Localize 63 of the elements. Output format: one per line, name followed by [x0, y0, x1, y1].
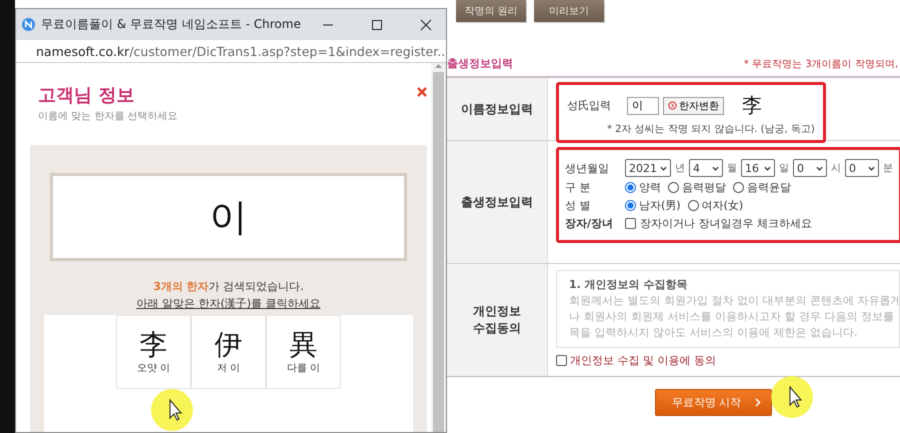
popup-heading: 고객님 정보	[38, 84, 134, 107]
notice-text: * 무료작명는 3개이름이 작명되며,	[744, 58, 898, 71]
checkbox[interactable]	[556, 355, 567, 366]
unit-label: 년	[675, 162, 685, 175]
syllable-display: 이	[50, 173, 407, 261]
window-title: 무료이름풀이 & 무료작명 네임소프트 - Chrome	[41, 16, 302, 33]
field-label: 장자/장녀	[565, 216, 614, 231]
cursor-highlight	[770, 375, 814, 419]
unit-label: 분	[883, 162, 893, 175]
result-text: 3개의 한자가 검색되었습니다.	[152, 279, 305, 294]
unit-label: 일	[779, 162, 789, 175]
caret-icon	[816, 166, 823, 170]
section-title: 출생정보입력	[447, 56, 513, 71]
radio-label: 남자(男)	[639, 198, 681, 213]
caret-icon	[712, 166, 719, 170]
convert-button[interactable]: 한자변환	[663, 96, 724, 114]
checkbox-label: 개인정보 수집 및 이용에 동의	[570, 353, 716, 368]
radio-button[interactable]	[733, 182, 744, 193]
radio-label: 양력	[639, 180, 661, 195]
field-label: 구 분	[565, 180, 592, 195]
radio-button[interactable]	[688, 200, 699, 211]
row-label: 개인정보 수집동의	[447, 264, 548, 376]
row-label: 출생정보입력	[447, 141, 548, 263]
field-label: 성 별	[565, 198, 592, 213]
instruction-link[interactable]: 아래 알맞은 한자(漢子)를 클릭하세요	[44, 296, 413, 311]
scrollbar[interactable]	[431, 63, 446, 432]
radio-label: 음력윤달	[747, 180, 791, 195]
close-icon[interactable]	[420, 18, 432, 30]
select-field[interactable]: 4	[689, 159, 723, 177]
field-label: 생년월일	[565, 160, 610, 176]
unit-label: 시	[831, 162, 841, 175]
hanja-option[interactable]: 伊 저 이	[191, 315, 266, 389]
hanja-result: 李	[742, 92, 762, 119]
arrow-circle-icon	[668, 101, 677, 110]
radio-label: 음력평달	[682, 180, 726, 195]
popup-subheading: 이름에 맞는 한자를 선택하세요	[38, 110, 179, 123]
radio-button[interactable]	[625, 200, 636, 211]
address-bar[interactable]: namesoft.co.kr/customer/DicTrans1.asp?step=1&index=register...	[36, 44, 446, 58]
surname-field[interactable]: 이	[627, 96, 659, 114]
site-icon	[22, 18, 35, 31]
caret-icon	[660, 166, 667, 170]
radio-button[interactable]	[625, 182, 636, 193]
select-field[interactable]: 0	[845, 159, 879, 177]
terms-box: 1. 개인정보의 수집항목 회원께서는 별도의 회원가입 절차 없이 대부분의 콘텐츠에 자유롭게 나 회원사의 회원제 서비스를 이용하시고자 할 경우 다음의 정보를 목을 입력하시지 않아도 서비스의 이용에 제한은 없습니다.	[556, 270, 900, 348]
note-text: * 2자 성씨는 작명 되지 않습니다. (남궁, 독고)	[607, 123, 815, 136]
hanja-option[interactable]: 李 오얏 이	[116, 315, 191, 389]
radio-button[interactable]	[668, 182, 679, 193]
select-field[interactable]: 0	[793, 159, 827, 177]
row-label: 이름정보입력	[447, 78, 548, 140]
nav-tab[interactable]: 미리보기	[534, 0, 604, 22]
checkbox-label: 장자이거나 장녀일경우 체크하세요	[640, 216, 812, 231]
maximize-icon[interactable]	[371, 18, 383, 30]
caret-icon	[868, 166, 875, 170]
field-label: 성氏입력	[567, 98, 612, 113]
select-field[interactable]: 2021	[625, 159, 671, 177]
radio-label: 여자(女)	[702, 198, 744, 213]
chevron-icon	[755, 398, 762, 407]
hanja-option[interactable]: 異 다를 이	[266, 315, 341, 389]
caret-icon	[764, 166, 771, 170]
select-field[interactable]: 16	[741, 159, 775, 177]
checkbox[interactable]	[625, 218, 636, 229]
unit-label: 월	[727, 162, 737, 175]
nav-tab[interactable]: 작명의 원리	[456, 0, 526, 22]
